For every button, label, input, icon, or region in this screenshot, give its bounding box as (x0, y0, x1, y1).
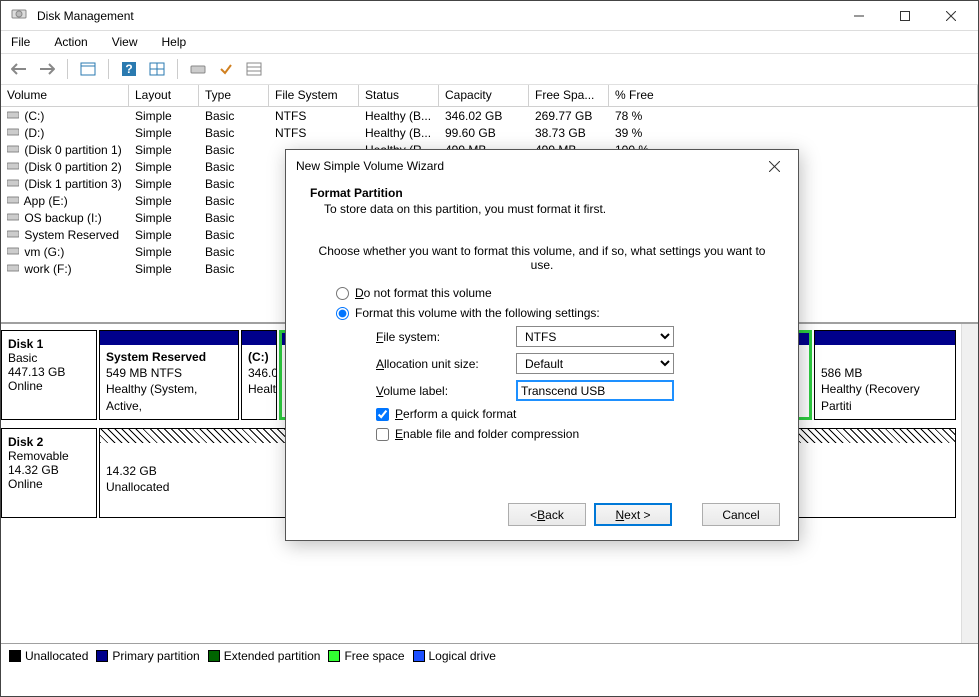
disk-1-state: Online (8, 379, 90, 393)
dialog-footer: < Back Next > Cancel (508, 503, 780, 526)
col-type[interactable]: Type (199, 85, 269, 106)
partition-system-reserved[interactable]: System Reserved 549 MB NTFS Healthy (Sys… (99, 330, 239, 420)
help-icon[interactable]: ? (117, 57, 141, 81)
volume-icon (7, 211, 21, 225)
back-button[interactable]: < Back (508, 503, 586, 526)
toolbar-view-icon[interactable] (76, 57, 100, 81)
svg-text:?: ? (125, 62, 132, 76)
volume-icon (7, 194, 21, 208)
menu-file[interactable]: File (7, 33, 34, 51)
legend-extended: Extended partition (208, 649, 321, 663)
volume-icon (7, 262, 21, 276)
partition-c[interactable]: (C:) 346.0 Healt (241, 330, 277, 420)
label-volume-label: Volume label: (376, 384, 516, 398)
radio-do-not-format[interactable]: DDo not format this volumeo not format t… (336, 286, 768, 300)
volume-list-header: Volume Layout Type File System Status Ca… (1, 85, 978, 107)
volume-icon (7, 109, 21, 123)
toolbar-list-icon[interactable] (242, 57, 266, 81)
toolbar-disk-icon[interactable] (186, 57, 210, 81)
volume-row[interactable]: (C:)SimpleBasicNTFSHealthy (B...346.02 G… (1, 107, 978, 124)
window-controls (836, 2, 974, 30)
row-allocation-unit: Allocation unit size: Default (376, 353, 768, 374)
col-volume[interactable]: Volume (1, 85, 129, 106)
wizard-step-title: Format Partition (310, 186, 774, 200)
next-button[interactable]: Next > (594, 503, 672, 526)
partition-bar (100, 331, 238, 345)
back-button[interactable] (7, 57, 31, 81)
new-simple-volume-wizard: New Simple Volume Wizard Format Partitio… (285, 149, 799, 541)
menu-action[interactable]: Action (50, 33, 91, 51)
disk-2-size: 14.32 GB (8, 463, 90, 477)
volume-row[interactable]: (D:)SimpleBasicNTFSHealthy (B...99.60 GB… (1, 124, 978, 141)
volume-icon (7, 126, 21, 140)
col-status[interactable]: Status (359, 85, 439, 106)
legend: Unallocated Primary partition Extended p… (1, 643, 978, 667)
partition-title: (C:) (248, 350, 269, 364)
toolbar-check-icon[interactable] (214, 57, 238, 81)
partition-bar (815, 331, 955, 345)
minimize-button[interactable] (836, 2, 882, 30)
app-icon (11, 6, 31, 26)
radio-format-input[interactable] (336, 307, 349, 320)
disk-2-name: Disk 2 (8, 435, 90, 449)
window-title: Disk Management (37, 9, 836, 23)
toolbar: ? (1, 53, 978, 85)
disk-1-type: Basic (8, 351, 90, 365)
checkbox-compression-input[interactable] (376, 428, 389, 441)
cancel-button[interactable]: Cancel (702, 503, 780, 526)
wizard-intro-text: Choose whether you want to format this v… (316, 244, 768, 272)
input-volume-label[interactable] (516, 380, 674, 401)
label-file-system: File system: (376, 330, 516, 344)
select-file-system[interactable]: NTFS (516, 326, 674, 347)
maximize-button[interactable] (882, 2, 928, 30)
menu-help[interactable]: Help (158, 33, 191, 51)
partition-bar (242, 331, 276, 345)
checkbox-compression[interactable]: Enable file and folder compression (376, 427, 768, 441)
checkbox-quick-format[interactable]: Perform a quick format (376, 407, 768, 421)
menu-view[interactable]: View (108, 33, 142, 51)
partition-recovery[interactable]: 586 MB Healthy (Recovery Partiti (814, 330, 956, 420)
radio-format-with-settings[interactable]: Format this volume with the following se… (336, 306, 768, 320)
label-allocation-unit: Allocation unit size: (376, 357, 516, 371)
disk-2-label[interactable]: Disk 2 Removable 14.32 GB Online (1, 428, 97, 518)
disk-2-state: Online (8, 477, 90, 491)
volume-icon (7, 228, 21, 242)
dialog-close-button[interactable] (760, 152, 788, 180)
volume-icon (7, 245, 21, 259)
partition-title: System Reserved (106, 350, 206, 364)
legend-free: Free space (328, 649, 404, 663)
toolbar-grid-icon[interactable] (145, 57, 169, 81)
dialog-titlebar: New Simple Volume Wizard (286, 150, 798, 182)
row-file-system: File system: NTFS (376, 326, 768, 347)
disk-1-name: Disk 1 (8, 337, 90, 351)
col-free[interactable]: Free Spa... (529, 85, 609, 106)
col-pct[interactable]: % Free (609, 85, 978, 106)
volume-icon (7, 160, 21, 174)
disk-1-size: 447.13 GB (8, 365, 90, 379)
dialog-header: Format Partition To store data on this p… (286, 182, 798, 226)
graph-scrollbar[interactable] (961, 324, 978, 643)
legend-logical: Logical drive (413, 649, 496, 663)
menubar: File Action View Help (1, 31, 978, 53)
disk-management-window: Disk Management File Action View Help ? … (0, 0, 979, 697)
disk-2-type: Removable (8, 449, 90, 463)
col-fs[interactable]: File System (269, 85, 359, 106)
radio-do-not-format-input[interactable] (336, 287, 349, 300)
row-volume-label: Volume label: (376, 380, 768, 401)
volume-icon (7, 177, 21, 191)
close-button[interactable] (928, 2, 974, 30)
dialog-body: Choose whether you want to format this v… (286, 226, 798, 441)
volume-icon (7, 143, 21, 157)
titlebar: Disk Management (1, 1, 978, 31)
select-allocation-unit[interactable]: Default (516, 353, 674, 374)
checkbox-quick-format-input[interactable] (376, 408, 389, 421)
col-layout[interactable]: Layout (129, 85, 199, 106)
forward-button[interactable] (35, 57, 59, 81)
dialog-title: New Simple Volume Wizard (296, 159, 760, 173)
legend-unallocated: Unallocated (9, 649, 88, 663)
col-capacity[interactable]: Capacity (439, 85, 529, 106)
wizard-step-subtitle: To store data on this partition, you mus… (310, 202, 774, 216)
legend-primary: Primary partition (96, 649, 199, 663)
disk-1-label[interactable]: Disk 1 Basic 447.13 GB Online (1, 330, 97, 420)
